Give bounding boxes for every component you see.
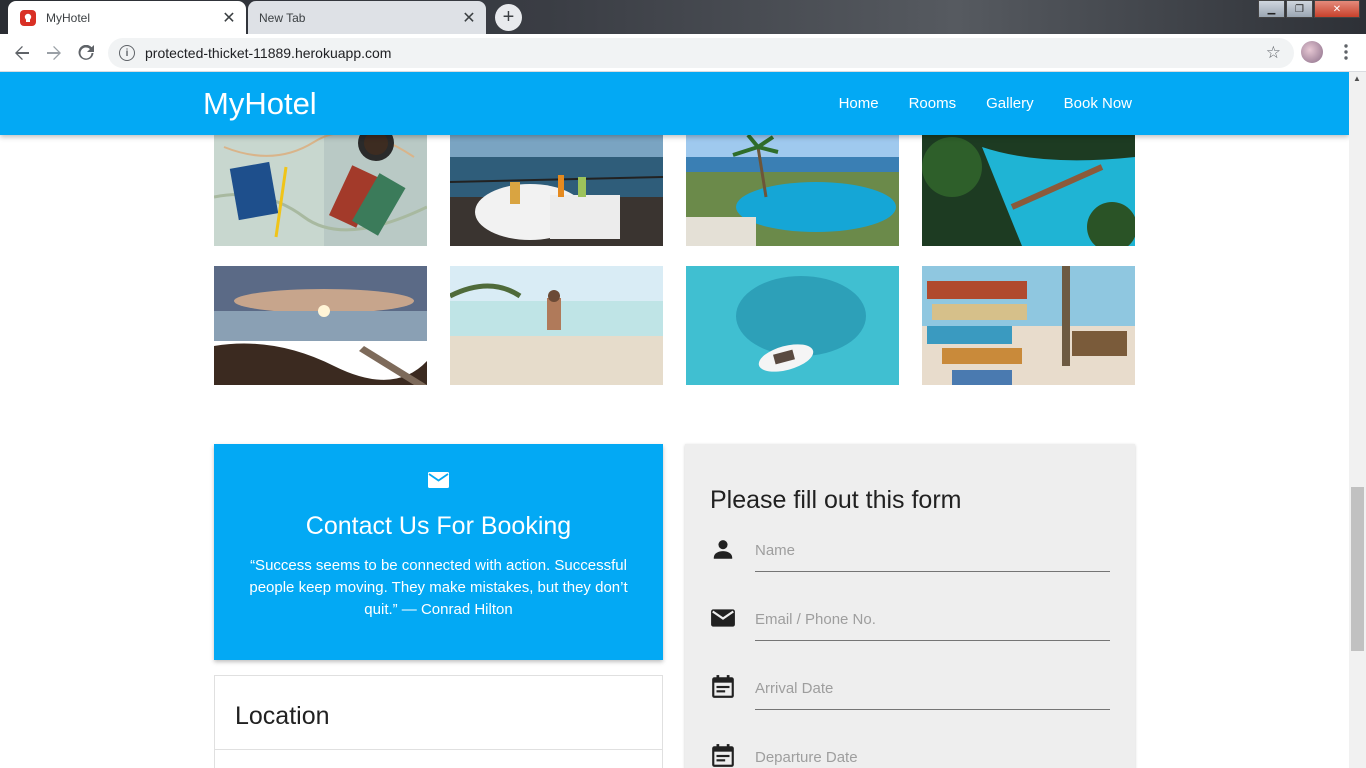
browser-menu-icon[interactable]	[1338, 44, 1354, 60]
email-phone-input[interactable]	[755, 605, 1110, 633]
nav-link-gallery[interactable]: Gallery	[986, 95, 1034, 112]
contact-quote: “Success seems to be connected with acti…	[249, 557, 628, 618]
page-viewport: MyHotel Home Rooms Gallery Book Now Cont…	[0, 72, 1349, 768]
hotel-favicon-icon	[20, 9, 36, 26]
gallery-photo-sunset-rocks[interactable]	[214, 266, 427, 385]
calendar-icon	[710, 674, 738, 700]
mail-icon	[428, 472, 449, 488]
url-text[interactable]: protected-thicket-11889.herokuapp.com	[145, 45, 1266, 61]
contact-title: Contact Us For Booking	[305, 512, 572, 540]
omnibox[interactable]: i protected-thicket-11889.herokuapp.com …	[108, 38, 1294, 68]
departure-date-input[interactable]	[755, 743, 1110, 768]
tab-close-icon[interactable]: ✕	[220, 9, 238, 27]
profile-avatar[interactable]	[1301, 41, 1323, 63]
arrival-date-input[interactable]	[755, 674, 1110, 702]
location-card: Location	[214, 675, 663, 768]
person-icon	[710, 536, 738, 562]
site-navbar: MyHotel Home Rooms Gallery Book Now	[0, 72, 1349, 135]
name-field	[710, 534, 1110, 574]
site-brand[interactable]: MyHotel	[203, 86, 317, 122]
bookmark-star-icon[interactable]: ☆	[1266, 43, 1281, 63]
gallery-photo-balcony-breakfast[interactable]	[450, 127, 663, 246]
arrival-date-field	[710, 672, 1110, 712]
contact-booking-card: Contact Us For Booking “Success seems to…	[214, 444, 663, 660]
browser-tab-bar: MyHotel ✕ New Tab ✕ + ▁ ❐ ✕	[0, 0, 1366, 34]
location-title: Location	[235, 702, 330, 730]
calendar-icon	[710, 743, 738, 768]
email-icon	[710, 605, 738, 631]
restore-button[interactable]: ❐	[1286, 0, 1313, 18]
departure-date-field	[710, 741, 1110, 768]
nav-link-book-now[interactable]: Book Now	[1064, 95, 1132, 112]
back-icon[interactable]	[12, 43, 32, 63]
nav-link-home[interactable]: Home	[839, 95, 879, 112]
window-controls: ▁ ❐ ✕	[1257, 0, 1360, 18]
tab-close-icon[interactable]: ✕	[460, 9, 478, 27]
location-divider	[215, 749, 662, 750]
site-info-icon[interactable]: i	[119, 45, 135, 61]
forward-icon[interactable]	[44, 43, 64, 63]
minimize-button[interactable]: ▁	[1258, 0, 1285, 18]
tab-new-tab[interactable]: New Tab ✕	[248, 1, 486, 34]
email-phone-field	[710, 603, 1110, 643]
close-window-button[interactable]: ✕	[1314, 0, 1360, 18]
scroll-up-icon[interactable]: ▲	[1353, 74, 1361, 83]
new-tab-button[interactable]: +	[495, 4, 522, 31]
address-bar: i protected-thicket-11889.herokuapp.com …	[0, 34, 1366, 72]
booking-form-card: Please fill out this form	[685, 444, 1135, 768]
tab-title: New Tab	[259, 10, 306, 25]
gallery-photo-lagoon-bridge[interactable]	[922, 127, 1135, 246]
nav-link-rooms[interactable]: Rooms	[909, 95, 957, 112]
name-input[interactable]	[755, 536, 1110, 564]
gallery-photo-beach-signs[interactable]	[922, 266, 1135, 385]
form-title: Please fill out this form	[710, 486, 962, 514]
scrollbar-thumb[interactable]	[1351, 487, 1364, 651]
gallery-photo-boat-aerial[interactable]	[686, 266, 899, 385]
gallery-photo-map-coffee[interactable]	[214, 127, 427, 246]
reload-icon[interactable]	[76, 43, 96, 63]
page-scrollbar[interactable]: ▲	[1349, 72, 1366, 768]
gallery-photo-pool-palm[interactable]	[686, 127, 899, 246]
tab-title: MyHotel	[46, 10, 91, 25]
gallery-photo-beach-swimmer[interactable]	[450, 266, 663, 385]
nav-links: Home Rooms Gallery Book Now	[809, 72, 1132, 135]
tab-myhotel[interactable]: MyHotel ✕	[8, 1, 246, 34]
